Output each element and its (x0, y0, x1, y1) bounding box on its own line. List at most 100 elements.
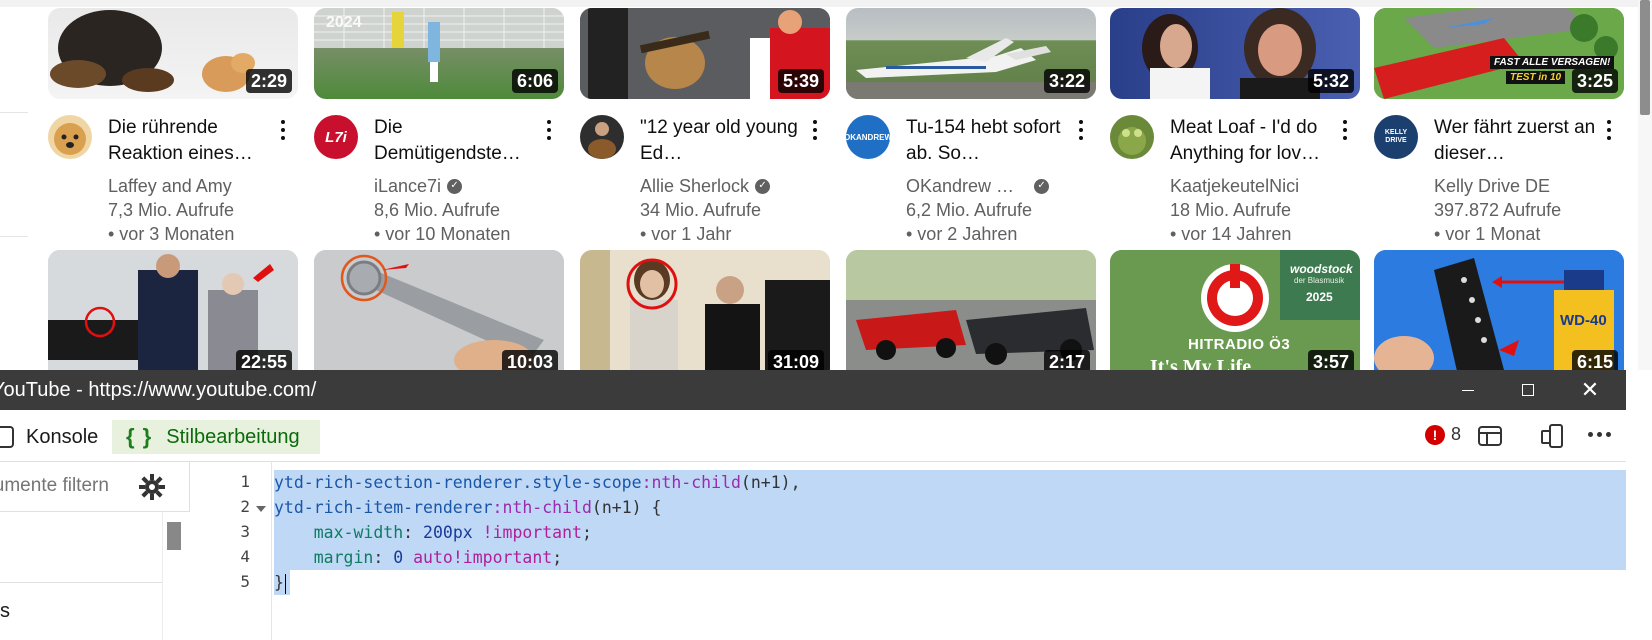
video-thumbnail[interactable]: 10:03 (314, 250, 564, 370)
upload-age: • vor 1 Jahr (640, 224, 732, 244)
video-duration: 3:22 (1043, 69, 1090, 93)
css-selector: ytd-rich-section-renderer.style-scope (274, 473, 642, 492)
channel-avatar[interactable]: OKANDREW (846, 115, 890, 159)
error-count-badge[interactable]: ! 8 (1425, 424, 1461, 445)
video-thumbnail[interactable]: FAST ALLE VERSAGEN! TEST in 10 3:25 (1374, 8, 1624, 99)
channel-name[interactable]: OKandrew … ✓ (906, 174, 1106, 198)
more-actions-icon[interactable] (808, 118, 822, 142)
thumbnail-corner-subtext: der Blasmusik (1294, 276, 1345, 285)
video-duration: 3:57 (1307, 350, 1354, 370)
window-title: YouTube - https://www.youtube.com/ (0, 379, 317, 401)
video-card[interactable]: 2024 6:06 L7i Die Demütigendste… iLance7… (314, 0, 564, 244)
youtube-feed: 2:29 Die rührende Reaktion eines… Laffey… (0, 0, 1652, 370)
more-actions-icon[interactable] (276, 118, 290, 142)
video-thumbnail[interactable]: 2:17 (846, 250, 1096, 370)
channel-name[interactable]: KaatjekeutelNici (1170, 174, 1370, 198)
video-card[interactable]: 5:32 Meat Loaf - I'd do Anything for lov… (1110, 0, 1360, 244)
channel-avatar[interactable]: KELLY DRIVE (1374, 115, 1418, 159)
video-thumbnail[interactable]: 5:39 (580, 8, 830, 99)
css-pseudo-class: :nth-child (492, 498, 592, 517)
more-actions-icon[interactable] (542, 118, 556, 142)
video-title[interactable]: Meat Loaf - I'd do Anything for lov… (1170, 115, 1335, 167)
channel-name-text: KaatjekeutelNici (1170, 176, 1300, 196)
page-scrollbar-thumb[interactable] (1640, 0, 1650, 115)
video-title[interactable]: Die rührende Reaktion eines… (108, 115, 273, 167)
style-editor[interactable]: 1 2 3 4 5 ytd-rich-section-renderer.styl… (190, 462, 1626, 640)
channel-name[interactable]: Laffey and Amy (108, 174, 308, 198)
video-thumbnail[interactable]: HITRADIO Ö3 woodstock der Blasmusik 2025… (1110, 250, 1360, 370)
video-card[interactable]: 5:39 "12 year old young Ed… Allie Sherlo… (580, 0, 830, 244)
css-selector: ytd-rich-item-renderer (274, 498, 493, 517)
more-actions-icon[interactable] (1602, 118, 1616, 142)
close-icon[interactable]: ✕ (1578, 378, 1602, 402)
css-colon: : (403, 523, 414, 542)
more-options-icon[interactable] (1588, 432, 1611, 437)
code-line: ytd-rich-item-renderer:nth-child(n+1) { (274, 495, 661, 520)
stylesheet-list-panel: s (0, 462, 190, 640)
css-colon: : (373, 548, 384, 567)
video-duration: 2:17 (1043, 350, 1090, 370)
more-actions-icon[interactable] (1074, 118, 1088, 142)
stylesheet-list-item[interactable]: s (0, 600, 10, 623)
video-title[interactable]: Die Demütigendste… (374, 115, 539, 167)
minimize-icon[interactable] (1456, 378, 1480, 402)
gear-icon[interactable] (138, 473, 166, 501)
channel-avatar[interactable] (1110, 115, 1154, 159)
code-area[interactable]: ytd-rich-section-renderer.style-scope :nt… (274, 462, 1626, 640)
tab-stilbearbeitung[interactable]: { } Stilbearbeitung (112, 420, 320, 454)
list-scrollbar-thumb[interactable] (167, 522, 181, 550)
console-icon (0, 426, 14, 448)
style-editor-icon: { } (126, 424, 153, 449)
list-divider (0, 582, 162, 583)
video-duration: 31:09 (767, 350, 824, 370)
video-title[interactable]: Tu-154 hebt sofort ab. So… (906, 115, 1071, 167)
thumbnail-logo-text: HITRADIO Ö3 (1188, 336, 1291, 353)
video-card[interactable]: 3:22 OKANDREW Tu-154 hebt sofort ab. So…… (846, 0, 1096, 244)
video-thumbnail[interactable]: WD-40 6:15 (1374, 250, 1624, 370)
upload-age: • vor 1 Monat (1434, 224, 1541, 244)
line-number: 3 (240, 522, 250, 541)
video-duration: 2:29 (245, 69, 292, 93)
verified-icon: ✓ (1034, 178, 1050, 194)
upload-age: • vor 2 Jahren (906, 224, 1018, 244)
responsive-design-icon[interactable] (1538, 422, 1566, 450)
channel-name-text: Laffey and Amy (108, 176, 232, 196)
page-scrollbar[interactable] (1638, 0, 1652, 370)
frog-avatar-image (1118, 127, 1146, 155)
video-thumbnail[interactable]: 3:22 (846, 8, 1096, 99)
maximize-icon[interactable] (1516, 378, 1540, 402)
channel-avatar[interactable] (580, 115, 624, 159)
channel-name[interactable]: Kelly Drive DE (1434, 174, 1634, 198)
more-actions-icon[interactable] (1338, 118, 1352, 142)
video-thumbnail[interactable]: 2024 6:06 (314, 8, 564, 99)
line-number: 5 (240, 572, 250, 591)
code-line: max-width: 200px !important; (274, 520, 592, 545)
devtools-window: YouTube - https://www.youtube.com/ ✕ Kon… (0, 370, 1626, 640)
css-important: !important (482, 523, 582, 542)
view-count: 8,6 Mio. Aufrufe (374, 200, 501, 220)
tab-konsole[interactable]: Konsole (0, 420, 98, 454)
video-thumbnail[interactable]: 5:32 (1110, 8, 1360, 99)
video-thumbnail[interactable]: 31:09 (580, 250, 830, 370)
video-card[interactable]: FAST ALLE VERSAGEN! TEST in 10 3:25 KELL… (1374, 0, 1624, 244)
video-card[interactable]: 2:29 Die rührende Reaktion eines… Laffey… (48, 0, 298, 244)
video-thumbnail[interactable]: 2:29 (48, 8, 298, 99)
verified-icon: ✓ (447, 178, 463, 194)
line-number-gutter: 1 2 3 4 5 (190, 462, 272, 640)
channel-avatar[interactable] (48, 115, 92, 159)
channel-name-text: Kelly Drive DE (1434, 176, 1551, 196)
view-count: 7,3 Mio. Aufrufe (108, 200, 235, 220)
list-scrollbar[interactable] (162, 512, 190, 640)
view-count: 6,2 Mio. Aufrufe (906, 200, 1033, 220)
video-title[interactable]: Wer fährt zuerst an dieser… (1434, 115, 1599, 167)
devtools-titlebar[interactable]: YouTube - https://www.youtube.com/ ✕ (0, 370, 1626, 410)
fold-arrow-icon[interactable] (256, 506, 266, 512)
video-title[interactable]: "12 year old young Ed… (640, 115, 805, 167)
channel-name[interactable]: iLance7i ✓ (374, 174, 574, 198)
channel-name[interactable]: Allie Sherlock ✓ (640, 174, 840, 198)
panel-layout-icon[interactable] (1476, 422, 1504, 450)
filter-input[interactable] (0, 475, 110, 497)
channel-avatar[interactable]: L7i (314, 115, 358, 159)
video-thumbnail[interactable]: 22:55 (48, 250, 298, 370)
css-property: margin (313, 548, 374, 567)
